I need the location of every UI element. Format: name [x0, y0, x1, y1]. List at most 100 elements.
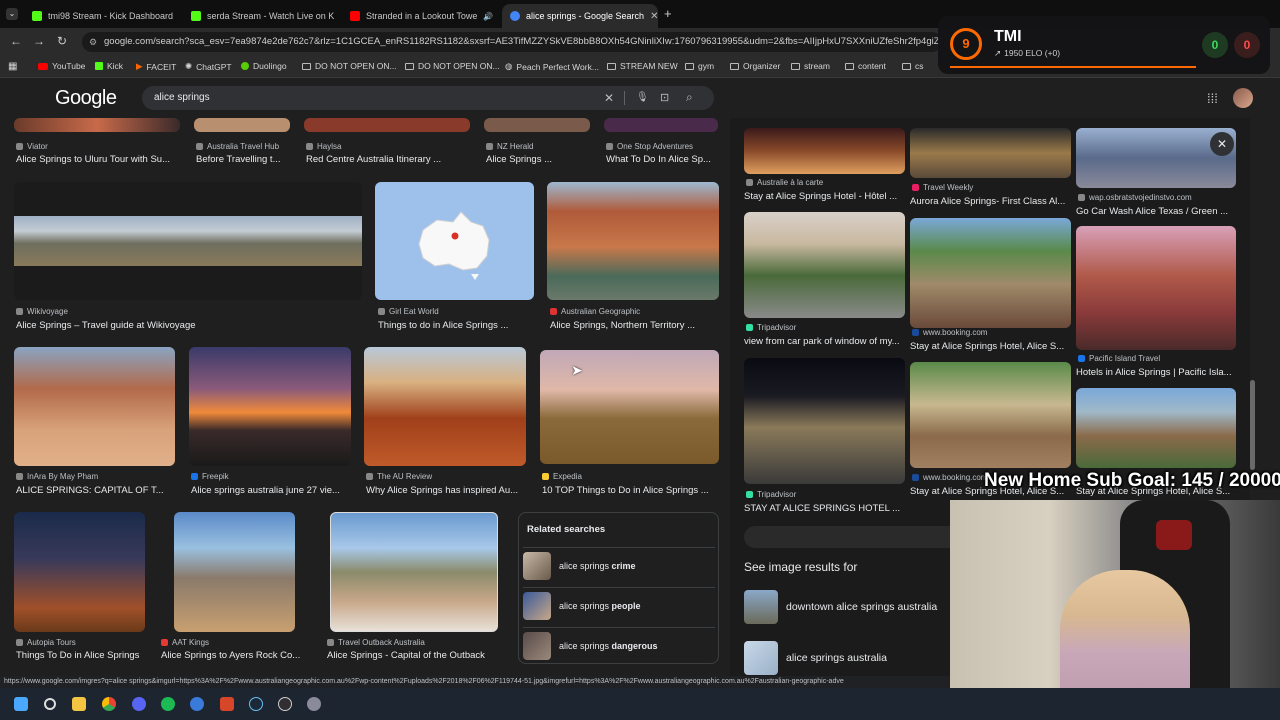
result-image[interactable]: [364, 347, 526, 466]
chrome-icon[interactable]: [102, 697, 116, 711]
result-source[interactable]: AAT Kings: [161, 638, 311, 647]
close-panel-button[interactable]: ✕: [1210, 132, 1234, 156]
bookmark-faceit[interactable]: ▶ FACEIT: [136, 61, 176, 72]
spotify-icon[interactable]: [161, 697, 175, 711]
result-image[interactable]: [14, 347, 175, 466]
result-title[interactable]: Go Car Wash Alice Texas / Green ...: [1076, 206, 1236, 217]
result-image[interactable]: [910, 218, 1071, 328]
result-source[interactable]: Haylsa: [306, 142, 476, 151]
related-item[interactable]: alice springs crime: [523, 547, 715, 583]
result-image[interactable]: [189, 347, 351, 466]
app-icon[interactable]: [190, 697, 204, 711]
result-image[interactable]: [604, 118, 718, 132]
bookmark-folder[interactable]: cs: [902, 61, 924, 71]
result-source[interactable]: www.booking.com: [912, 328, 1072, 337]
bookmark-duolingo[interactable]: Duolingo: [241, 61, 287, 71]
scrollbar[interactable]: [1250, 380, 1255, 470]
result-image[interactable]: [194, 118, 290, 132]
google-apps-icon[interactable]: ⁞⁞⁞: [1207, 91, 1218, 106]
result-title[interactable]: STAY AT ALICE SPRINGS HOTEL ...: [744, 503, 906, 514]
bookmark-folder[interactable]: content: [845, 61, 886, 71]
result-title[interactable]: Things To Do in Alice Springs: [16, 650, 156, 661]
bookmark-folder[interactable]: DO NOT OPEN ON...: [302, 61, 397, 71]
lens-icon[interactable]: ⊡: [660, 86, 669, 110]
result-source[interactable]: Viator: [16, 142, 186, 151]
search-input[interactable]: alice springs: [154, 92, 210, 103]
new-tab-icon[interactable]: +: [664, 6, 672, 21]
avatar[interactable]: [1233, 88, 1253, 108]
tab-youtube-video[interactable]: Stranded in a Lookout Towe 🔊 ✕: [342, 4, 498, 28]
reload-icon[interactable]: ↻: [57, 34, 67, 48]
address-bar[interactable]: ⚙ google.com/search?sca_esv=7ea9874e2de7…: [82, 32, 942, 52]
result-title[interactable]: Alice springs australia june 27 vie...: [191, 485, 351, 496]
result-source[interactable]: Australia Travel Hub: [196, 142, 296, 151]
bookmark-youtube[interactable]: YouTube: [38, 61, 85, 71]
result-source[interactable]: Tripadvisor: [746, 490, 906, 499]
back-icon[interactable]: ←: [10, 34, 22, 48]
tab-google-search[interactable]: alice springs - Google Search ✕: [502, 4, 658, 28]
result-image[interactable]: [484, 118, 590, 132]
result-title[interactable]: Alice Springs, Northern Territory ...: [550, 320, 718, 331]
bookmark-peach[interactable]: ◍ Peach Perfect Work...: [505, 61, 599, 72]
search-icon[interactable]: [44, 698, 56, 710]
result-title[interactable]: Alice Springs ...: [486, 154, 596, 165]
result-source[interactable]: The AU Review: [366, 472, 526, 481]
search-icon[interactable]: ⌕: [686, 85, 693, 109]
bookmark-kick[interactable]: Kick: [95, 61, 123, 71]
result-source[interactable]: Tripadvisor: [746, 323, 906, 332]
result-source[interactable]: One Stop Adventures: [606, 142, 718, 151]
bookmark-folder[interactable]: Organizer: [730, 61, 780, 71]
result-title[interactable]: Alice Springs to Ayers Rock Co...: [161, 650, 311, 661]
result-image[interactable]: [1076, 226, 1236, 350]
result-source[interactable]: Freepik: [191, 472, 351, 481]
result-title[interactable]: Why Alice Springs has inspired Au...: [366, 485, 526, 496]
result-source[interactable]: Travel Weekly: [912, 183, 1072, 192]
result-image[interactable]: [547, 182, 719, 300]
close-icon[interactable]: ✕: [650, 11, 658, 22]
result-title[interactable]: Stay at Alice Springs Hotel, Alice S...: [910, 341, 1072, 352]
result-image[interactable]: [304, 118, 470, 132]
bookmark-folder[interactable]: stream: [791, 61, 830, 71]
bookmark-folder[interactable]: DO NOT OPEN ON...: [405, 61, 500, 71]
see-results-item[interactable]: downtown alice springs australia: [744, 590, 974, 624]
result-title[interactable]: Before Travelling t...: [196, 154, 296, 165]
result-image[interactable]: [1076, 388, 1236, 468]
search-box[interactable]: alice springs ✕ 🎙 ⊡ ⌕: [142, 86, 714, 110]
microphone-icon[interactable]: 🎙: [636, 86, 649, 110]
forward-icon[interactable]: →: [33, 34, 45, 48]
see-results-item[interactable]: alice springs australia: [744, 641, 974, 675]
result-image[interactable]: [375, 182, 534, 300]
file-explorer-icon[interactable]: [72, 697, 86, 711]
bookmark-chatgpt[interactable]: ✺ ChatGPT: [185, 61, 232, 72]
result-source[interactable]: Australie à la carte: [746, 178, 906, 187]
result-image[interactable]: [744, 212, 905, 318]
result-source[interactable]: wap.osbratstvojedinstvo.com: [1078, 193, 1236, 202]
result-source[interactable]: Expedia: [542, 472, 718, 481]
obs-icon[interactable]: [278, 697, 292, 711]
result-source[interactable]: Travel Outback Australia: [327, 638, 507, 647]
result-source[interactable]: Girl Eat World: [378, 307, 534, 316]
result-image[interactable]: [744, 128, 905, 174]
result-title[interactable]: Red Centre Australia Itinerary ...: [306, 154, 476, 165]
result-image[interactable]: [174, 512, 295, 632]
close-icon[interactable]: ✕: [179, 11, 180, 22]
related-item[interactable]: alice springs people: [523, 587, 715, 623]
site-info-icon[interactable]: ⚙: [89, 32, 97, 52]
result-title[interactable]: Aurora Alice Springs- First Class Al...: [910, 196, 1072, 207]
clear-icon[interactable]: ✕: [604, 86, 614, 110]
result-source[interactable]: Australian Geographic: [550, 307, 718, 316]
more-results-button[interactable]: [744, 526, 974, 548]
result-title[interactable]: 10 TOP Things to Do in Alice Springs ...: [542, 485, 718, 496]
result-source[interactable]: Autopia Tours: [16, 638, 156, 647]
tab-kick-dashboard[interactable]: tmi98 Stream - Kick Dashboard ✕: [24, 4, 180, 28]
tab-serda-stream[interactable]: serda Stream - Watch Live on K ✕: [183, 4, 339, 28]
related-item[interactable]: alice springs dangerous: [523, 627, 715, 663]
result-title[interactable]: Things to do in Alice Springs ...: [378, 320, 534, 331]
result-image[interactable]: [910, 362, 1071, 468]
brave-icon[interactable]: [220, 697, 234, 711]
result-image[interactable]: [14, 182, 362, 300]
result-title[interactable]: Stay at Alice Springs Hotel - Hôtel ...: [744, 191, 906, 202]
result-image[interactable]: [744, 358, 905, 484]
result-title[interactable]: Alice Springs to Uluru Tour with Su...: [16, 154, 186, 165]
result-image[interactable]: [14, 118, 180, 132]
